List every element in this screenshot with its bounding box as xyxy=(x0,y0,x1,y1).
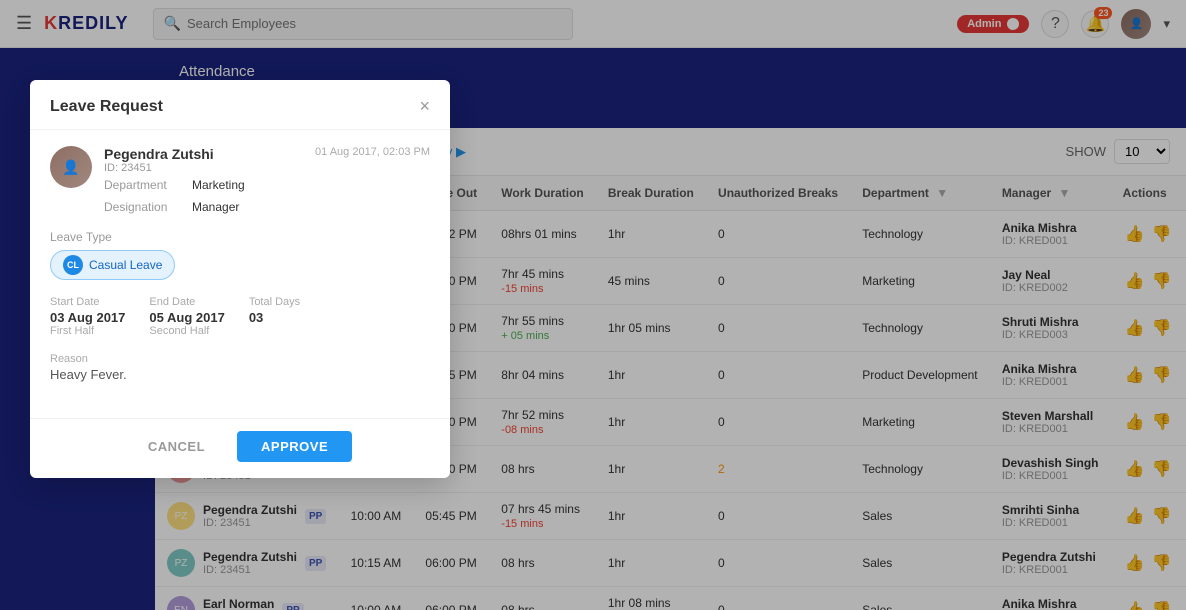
leave-type-name: Casual Leave xyxy=(89,258,162,272)
cancel-button[interactable]: CANCEL xyxy=(128,431,225,462)
dates-section: Start Date 03 Aug 2017 First Half End Da… xyxy=(50,296,430,337)
start-date-half: First Half xyxy=(50,325,125,337)
total-days-label: Total Days xyxy=(249,296,300,308)
start-date-value: 03 Aug 2017 xyxy=(50,310,125,325)
reason-text: Heavy Fever. xyxy=(50,367,430,382)
end-date-value: 05 Aug 2017 xyxy=(149,310,224,325)
requester-meta: Department Marketing Designation Manager xyxy=(104,178,303,214)
requester-name: Pegendra Zutshi xyxy=(104,146,303,162)
end-date-group: End Date 05 Aug 2017 Second Half xyxy=(149,296,224,337)
modal-overlay: Leave Request × 👤 Pegendra Zutshi ID: 23… xyxy=(0,0,1186,610)
modal-body: 👤 Pegendra Zutshi ID: 23451 Department M… xyxy=(30,130,450,418)
leave-type-badge: CL Casual Leave xyxy=(50,250,175,280)
end-date-half: Second Half xyxy=(149,325,224,337)
requester-section: 👤 Pegendra Zutshi ID: 23451 Department M… xyxy=(50,146,430,214)
leave-type-label: Leave Type xyxy=(50,230,430,244)
leave-type-code: CL xyxy=(63,255,83,275)
modal-title: Leave Request xyxy=(50,98,163,116)
reason-section: Reason Heavy Fever. xyxy=(50,353,430,382)
leave-type-section: Leave Type CL Casual Leave xyxy=(50,230,430,280)
end-date-label: End Date xyxy=(149,296,224,308)
reason-label: Reason xyxy=(50,353,430,365)
department-row: Department Marketing xyxy=(104,178,303,192)
designation-row: Designation Manager xyxy=(104,200,303,214)
desig-value: Manager xyxy=(192,200,239,214)
desig-label: Designation xyxy=(104,200,184,214)
start-date-label: Start Date xyxy=(50,296,125,308)
leave-request-modal: Leave Request × 👤 Pegendra Zutshi ID: 23… xyxy=(30,80,450,478)
dept-value: Marketing xyxy=(192,178,245,192)
dept-label: Department xyxy=(104,178,184,192)
approve-button[interactable]: APPROVE xyxy=(237,431,352,462)
requester-id: ID: 23451 xyxy=(104,162,303,174)
modal-footer: CANCEL APPROVE xyxy=(30,418,450,478)
total-days-group: Total Days 03 xyxy=(249,296,300,337)
close-button[interactable]: × xyxy=(419,96,430,117)
requester-avatar: 👤 xyxy=(50,146,92,188)
modal-header: Leave Request × xyxy=(30,80,450,130)
request-timestamp: 01 Aug 2017, 02:03 PM xyxy=(315,146,430,158)
requester-info: Pegendra Zutshi ID: 23451 Department Mar… xyxy=(104,146,303,214)
start-date-group: Start Date 03 Aug 2017 First Half xyxy=(50,296,125,337)
total-days-value: 03 xyxy=(249,310,300,325)
